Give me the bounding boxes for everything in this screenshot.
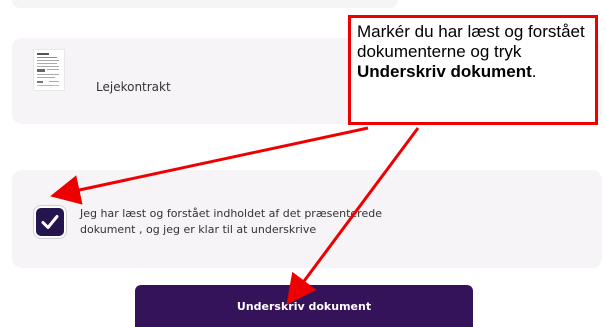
consent-text-line-2: dokument , og jeg er klar til at undersk… xyxy=(80,223,317,236)
instruction-text-1: Markér du har læst og forstået dokumente… xyxy=(357,22,585,61)
instruction-text-2: . xyxy=(531,62,537,81)
document-name: Lejekontrakt xyxy=(96,80,171,94)
consent-checkbox[interactable] xyxy=(36,208,64,236)
consent-text: Jeg har læst og forstået indholdet af de… xyxy=(80,206,500,238)
consent-text-line-1: Jeg har læst og forstået indholdet af de… xyxy=(80,207,382,220)
consent-card: Jeg har læst og forstået indholdet af de… xyxy=(12,170,602,268)
document-thumbnail-icon xyxy=(34,50,64,90)
check-icon xyxy=(41,215,59,229)
top-separator xyxy=(12,0,398,8)
instruction-bold-1: Underskriv dokument xyxy=(357,62,532,81)
instruction-annotation: Markér du har læst og forstået dokumente… xyxy=(348,15,598,125)
sign-document-button[interactable]: Underskriv dokument xyxy=(135,285,473,327)
